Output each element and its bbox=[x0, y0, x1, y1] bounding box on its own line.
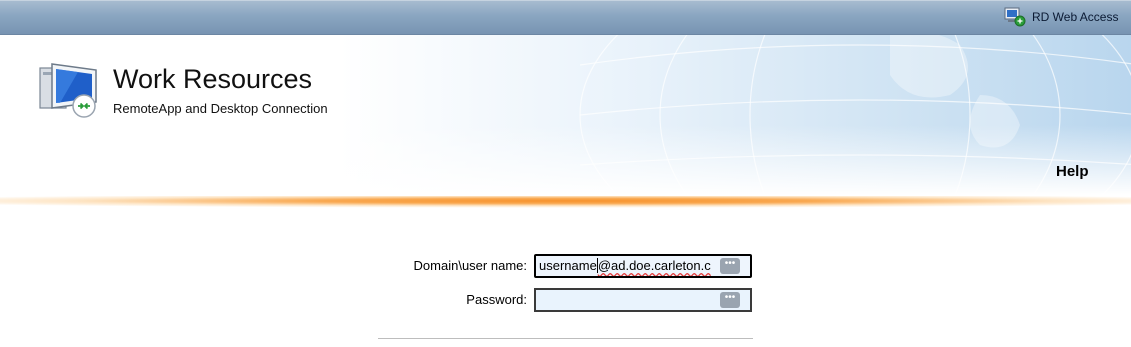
rd-web-access-icon bbox=[1004, 7, 1026, 27]
password-label: Password: bbox=[466, 292, 527, 307]
top-bar: RD Web Access bbox=[0, 0, 1131, 35]
header-divider bbox=[0, 196, 1131, 210]
password-manager-dots-icon[interactable]: ••• bbox=[720, 292, 740, 308]
username-label: Domain\user name: bbox=[413, 258, 527, 273]
page-subtitle: RemoteApp and Desktop Connection bbox=[113, 101, 328, 116]
username-value: username@ad.doe.carleton.c bbox=[539, 258, 711, 273]
username-field[interactable]: username@ad.doe.carleton.c ••• bbox=[534, 254, 752, 278]
remote-desktop-monitor-icon bbox=[39, 63, 97, 118]
rd-web-access-label: RD Web Access bbox=[1032, 10, 1119, 24]
page-title: Work Resources bbox=[113, 64, 313, 94]
password-field[interactable]: ••• bbox=[534, 288, 752, 312]
password-manager-dots-icon[interactable]: ••• bbox=[720, 258, 740, 274]
form-divider bbox=[378, 338, 753, 339]
help-link[interactable]: Help bbox=[1056, 163, 1089, 180]
